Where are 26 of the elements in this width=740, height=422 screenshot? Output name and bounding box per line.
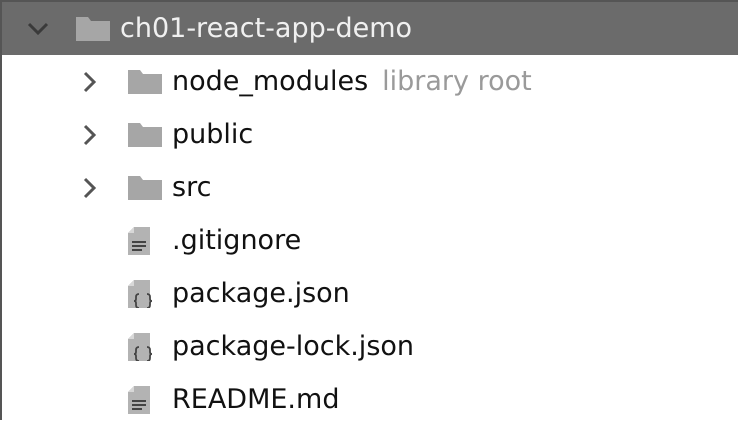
- tree-row[interactable]: .gitignore: [2, 214, 738, 267]
- file-name: ch01-react-app-demo: [120, 13, 412, 44]
- file-name: .gitignore: [172, 225, 302, 256]
- tree-row[interactable]: public: [2, 108, 738, 161]
- file-name: node_modules: [172, 66, 368, 97]
- folder-icon: [128, 70, 162, 94]
- chevron-icon[interactable]: [83, 176, 97, 198]
- folder-icon: [128, 122, 162, 146]
- file-name: public: [172, 119, 254, 150]
- folder-icon: [128, 176, 162, 200]
- file-name: src: [172, 172, 212, 203]
- tree-row[interactable]: package.json: [2, 267, 738, 320]
- tree-row[interactable]: README.md: [2, 373, 738, 420]
- tree-row[interactable]: package-lock.json: [2, 320, 738, 373]
- file-icon: [128, 386, 150, 414]
- tree-row[interactable]: src: [2, 161, 738, 214]
- chevron-icon[interactable]: [83, 70, 97, 92]
- tree-row[interactable]: node_modules library root: [2, 55, 738, 108]
- file-icon: [128, 226, 150, 254]
- library-note: library root: [382, 66, 532, 97]
- tree-row[interactable]: ch01-react-app-demo: [2, 2, 738, 55]
- file-name: package.json: [172, 278, 350, 309]
- folder-icon: [76, 16, 110, 40]
- chevron-icon[interactable]: [83, 124, 97, 146]
- file-name: README.md: [172, 384, 340, 415]
- file-name: package-lock.json: [172, 331, 414, 362]
